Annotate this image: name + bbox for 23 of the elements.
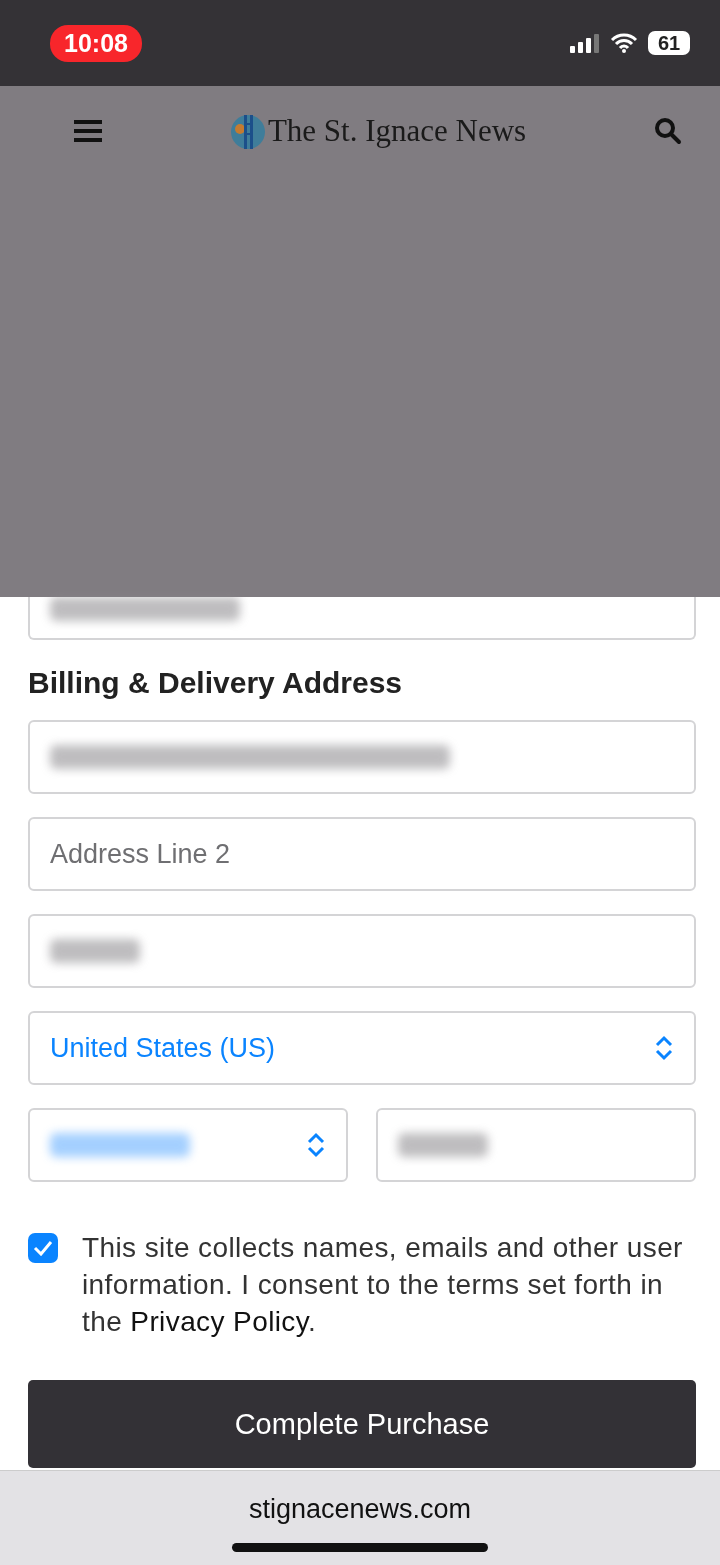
input-field[interactable] [28,720,696,794]
privacy-policy-link[interactable]: Privacy Policy [130,1306,309,1337]
consent-text: This site collects names, emails and other user information. I consent to the terms set forth in the Privacy Policy. [82,1231,684,1339]
country-select[interactable]: United States (US) [28,1011,696,1085]
section-heading: Billing & Delivery Address [28,666,403,700]
chevron-up-down-icon [654,1035,674,1061]
chevron-up-down-icon [306,1132,326,1158]
site-logo-text[interactable]: The St. Ignace News [267,113,527,149]
address-line-2-field[interactable]: Address Line 2 [28,817,696,891]
consent-checkbox[interactable] [28,1233,58,1263]
complete-purchase-button[interactable]: Complete Purchase [28,1380,696,1468]
wifi-icon [610,33,638,53]
clock-time: 10:08 [50,24,142,62]
state-select[interactable] [28,1108,348,1182]
input-field[interactable] [28,914,696,988]
checkmark-icon [33,1240,53,1256]
input-field[interactable] [28,597,696,640]
menu-icon[interactable] [74,120,102,142]
signal-icon [570,33,600,53]
search-icon[interactable] [654,117,682,145]
input-field[interactable] [376,1108,696,1182]
battery-level: 61 [648,31,690,55]
url-text[interactable]: stignacenews.com [248,1494,472,1525]
